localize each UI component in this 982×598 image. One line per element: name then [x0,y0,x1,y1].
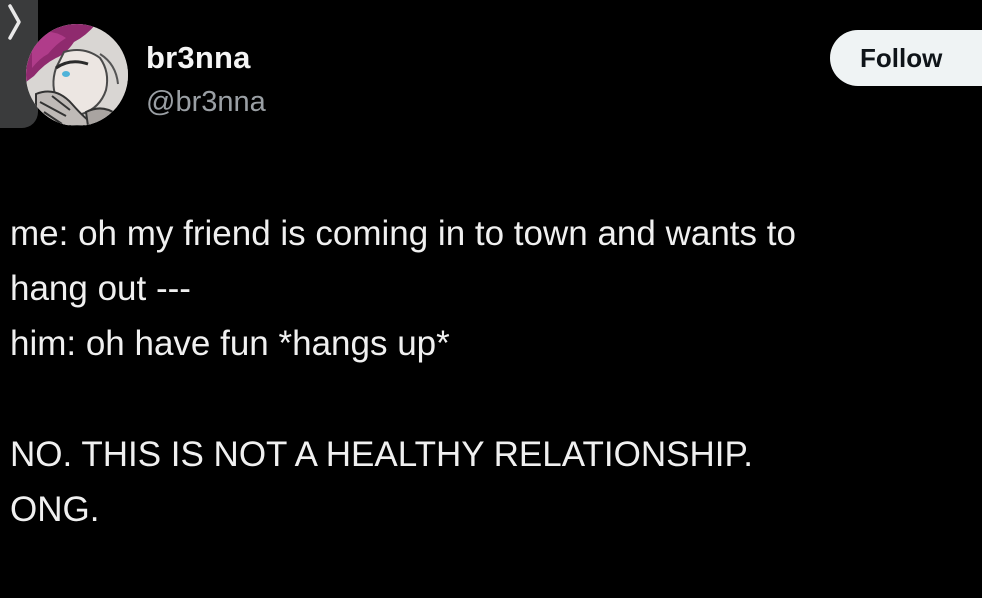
tweet-line: ONG. [10,490,100,529]
author-info[interactable]: br3nna @br3nna [146,36,266,122]
chevron-right-icon [8,4,21,40]
author-display-name[interactable]: br3nna [146,36,266,80]
author-handle[interactable]: @br3nna [146,82,266,122]
avatar[interactable] [26,24,128,126]
follow-button[interactable]: Follow [830,30,982,86]
tweet-line: me: oh my friend is coming in to town an… [10,214,796,253]
anime-character-avatar-icon [26,24,128,126]
tweet-text: me: oh my friend is coming in to town an… [10,206,982,537]
tweet-line: NO. THIS IS NOT A HEALTHY RELATIONSHIP. [10,435,753,474]
tweet-line: him: oh have fun *hangs up* [10,324,450,363]
tweet-line: hang out --- [10,269,191,308]
